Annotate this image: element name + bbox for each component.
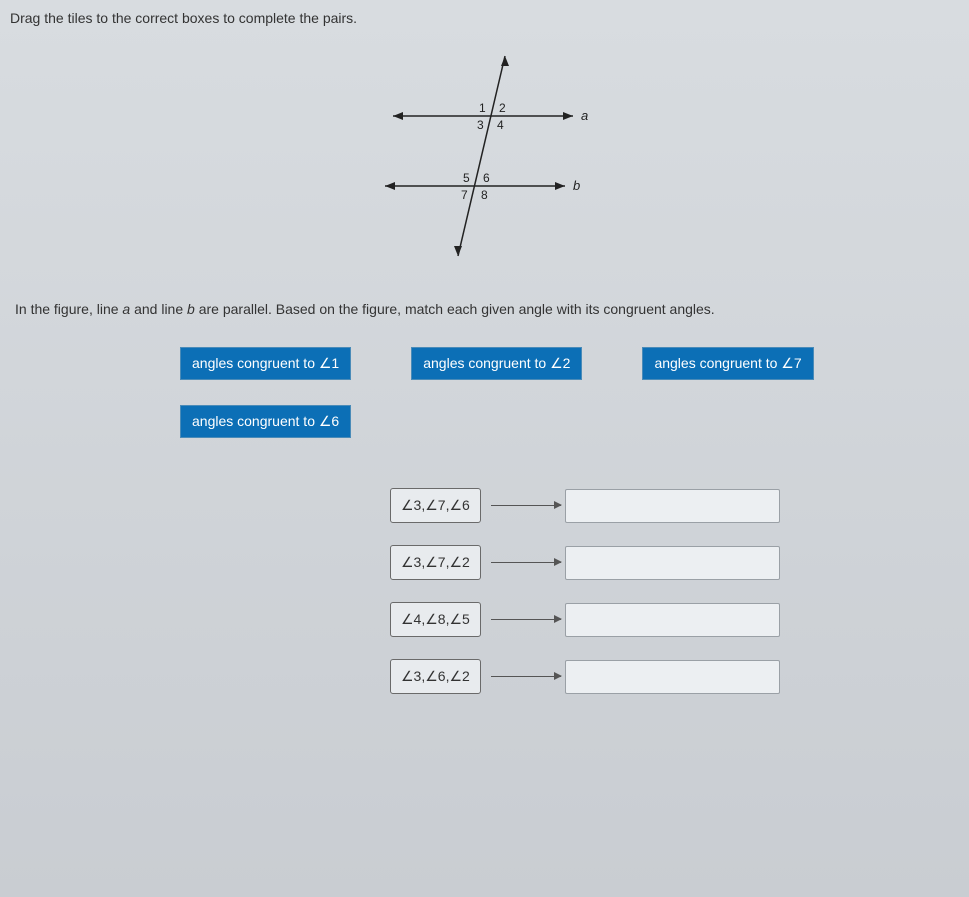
line-b-label: b xyxy=(573,178,580,193)
qt-p3: are parallel. Based on the figure, match… xyxy=(195,301,715,317)
angle-4: 4 xyxy=(497,118,504,132)
line-a-label: a xyxy=(581,108,588,123)
drop-zone-3[interactable] xyxy=(565,603,780,637)
tile-angle-1[interactable]: angles congruent to ∠1 xyxy=(180,347,351,380)
tiles-area: angles congruent to ∠1 angles congruent … xyxy=(180,347,960,438)
arrow-icon xyxy=(491,505,561,506)
drop-zone-4[interactable] xyxy=(565,660,780,694)
given-box-3: ∠4,∠8,∠5 xyxy=(390,602,481,637)
drop-zone-1[interactable] xyxy=(565,489,780,523)
given-box-4: ∠3,∠6,∠2 xyxy=(390,659,481,694)
pair-row-2: ∠3,∠7,∠2 xyxy=(390,545,959,580)
angle-3: 3 xyxy=(477,118,484,132)
tile-angle-7[interactable]: angles congruent to ∠7 xyxy=(642,347,813,380)
angle-2: 2 xyxy=(499,101,506,115)
pair-row-4: ∠3,∠6,∠2 xyxy=(390,659,959,694)
angle-6: 6 xyxy=(483,171,490,185)
pair-row-3: ∠4,∠8,∠5 xyxy=(390,602,959,637)
figure-container: a b 1 2 3 4 5 6 7 8 xyxy=(10,46,959,271)
angle-8: 8 xyxy=(481,188,488,202)
pairs-area: ∠3,∠7,∠6 ∠3,∠7,∠2 ∠4,∠8,∠5 ∠3,∠6,∠2 xyxy=(390,488,959,694)
angle-1: 1 xyxy=(479,101,486,115)
arrow-icon xyxy=(491,676,561,677)
given-box-1: ∠3,∠7,∠6 xyxy=(390,488,481,523)
arrow-icon xyxy=(491,562,561,563)
qt-p2: and line xyxy=(130,301,187,317)
tile-angle-2[interactable]: angles congruent to ∠2 xyxy=(411,347,582,380)
angle-7: 7 xyxy=(461,188,468,202)
parallel-lines-figure: a b 1 2 3 4 5 6 7 8 xyxy=(355,46,615,271)
question-text: In the figure, line a and line b are par… xyxy=(15,301,959,317)
tile-angle-6[interactable]: angles congruent to ∠6 xyxy=(180,405,351,438)
drop-zone-2[interactable] xyxy=(565,546,780,580)
qt-b: b xyxy=(187,301,195,317)
qt-p1: In the figure, line xyxy=(15,301,122,317)
angle-5: 5 xyxy=(463,171,470,185)
given-box-2: ∠3,∠7,∠2 xyxy=(390,545,481,580)
arrow-icon xyxy=(491,619,561,620)
pair-row-1: ∠3,∠7,∠6 xyxy=(390,488,959,523)
instruction-text: Drag the tiles to the correct boxes to c… xyxy=(10,10,959,26)
